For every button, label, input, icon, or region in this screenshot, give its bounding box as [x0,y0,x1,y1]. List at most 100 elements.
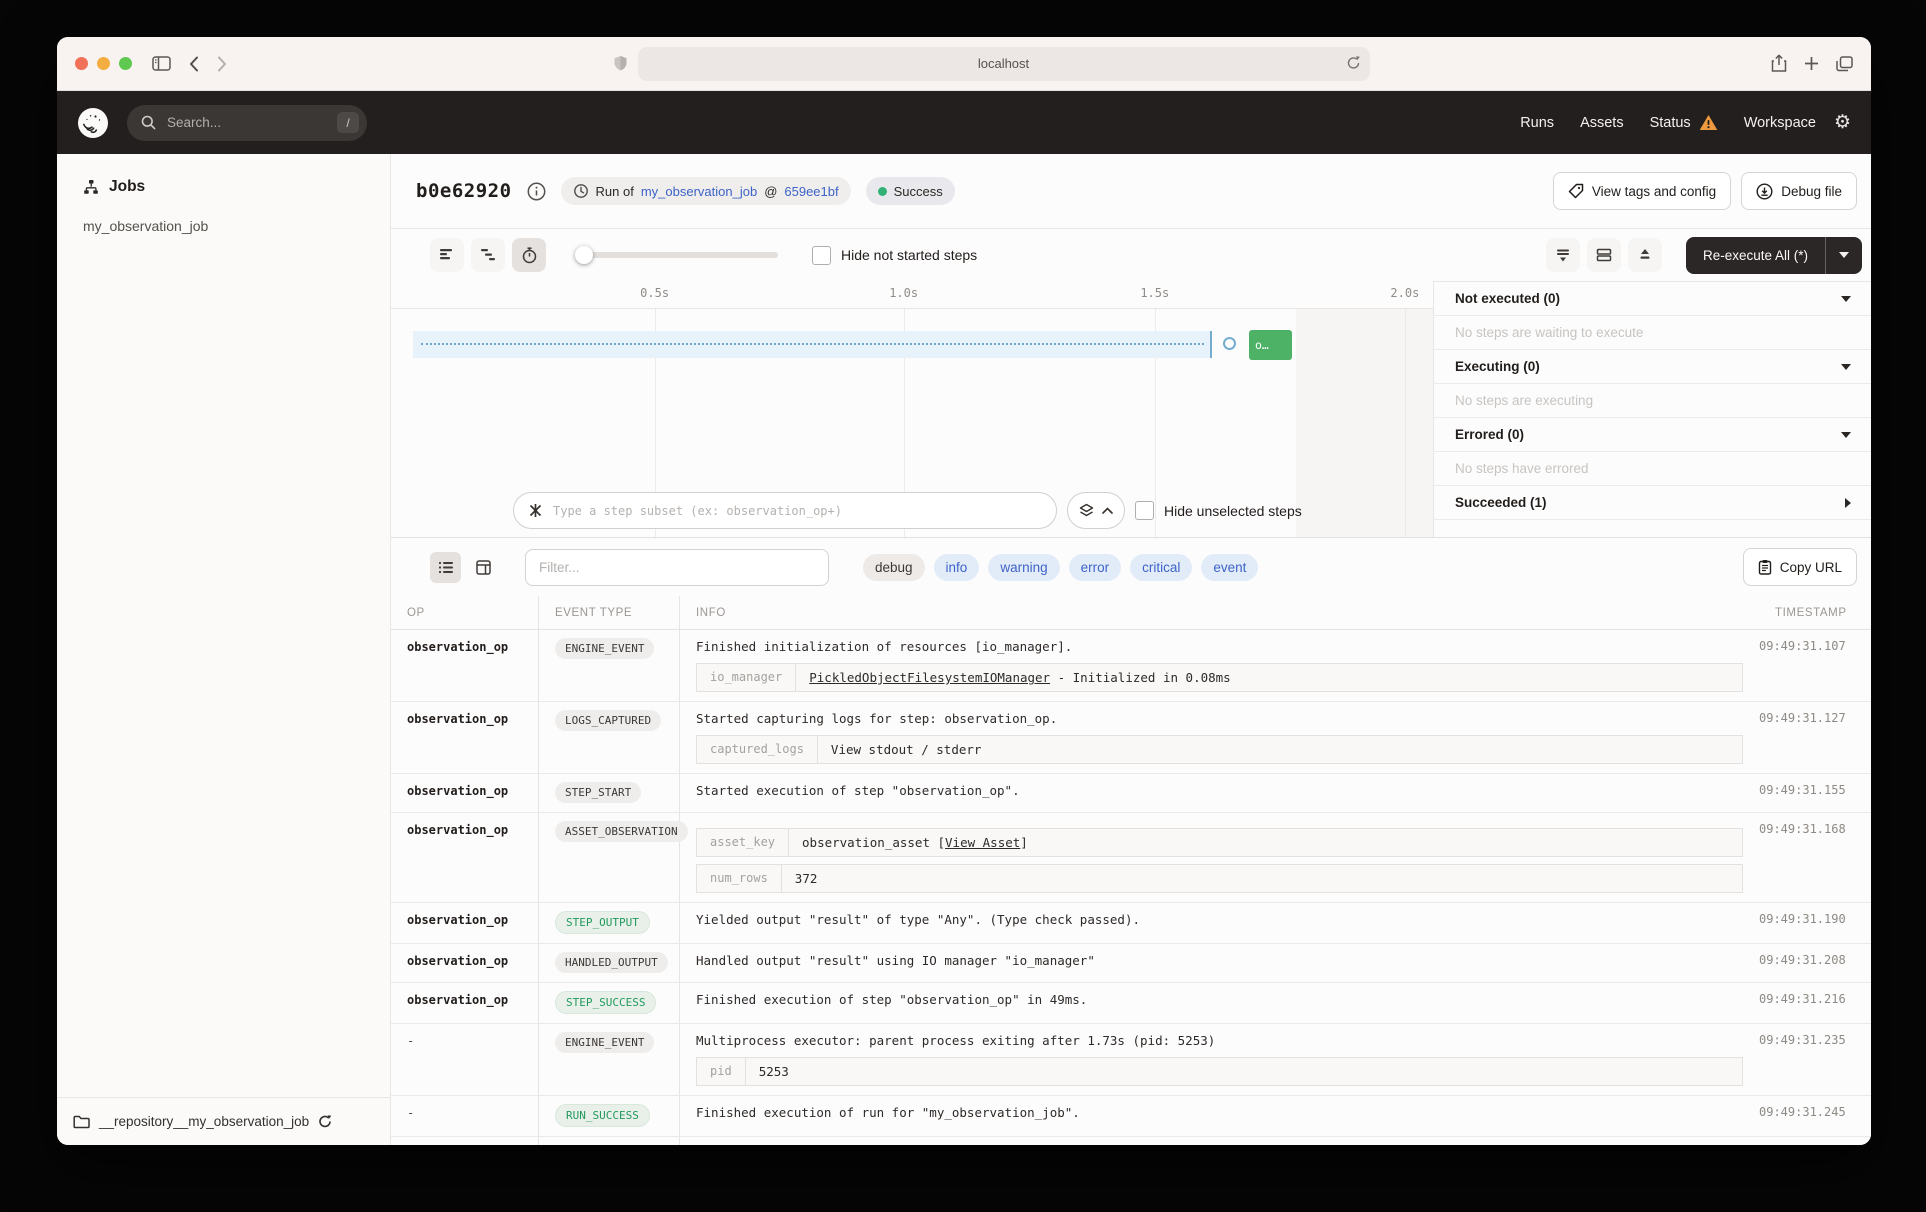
log-row[interactable]: observation_opLOGS_CAPTUREDStarted captu… [391,702,1871,774]
gantt-step-bar[interactable]: o… [1249,330,1292,360]
log-table-header: OP EVENT TYPE INFO TIMESTAMP [391,596,1871,630]
panel-section-header[interactable]: Not executed (0) [1434,282,1871,316]
close-window-button[interactable] [75,57,88,70]
graph-query-toggle[interactable] [1067,492,1125,529]
event-type-badge: STEP_START [555,782,641,803]
reload-icon[interactable] [1346,55,1361,71]
step-subset-row: Hide unselected steps [513,492,1302,529]
global-search[interactable]: / [127,105,367,141]
log-row[interactable]: observation_opASSET_OBSERVATIONasset_key… [391,813,1871,903]
collapse-all-button[interactable] [1546,238,1580,272]
level-filter-warning[interactable]: warning [988,554,1059,581]
timestamp-cell: 09:49:31.245 [1759,1096,1871,1136]
forward-icon[interactable] [217,56,227,72]
sidebar-item-job[interactable]: my_observation_job [57,196,390,234]
nav-label: Assets [1580,115,1624,131]
panel-section-header[interactable]: Errored (0) [1434,418,1871,452]
log-structured-view-button[interactable] [468,552,499,583]
timestamp-cell: 09:49:31.127 [1759,702,1871,773]
commit-link[interactable]: 659ee1bf [784,184,838,199]
nav-item-runs[interactable]: Runs [1520,115,1554,131]
zoom-slider[interactable] [578,252,778,258]
op-name: observation_op [407,913,508,927]
checkbox-box[interactable] [1135,501,1154,520]
info-text: Finished execution of step "observation_… [696,991,1759,1009]
log-row[interactable]: observation_opSTEP_STARTStarted executio… [391,774,1871,813]
nav-label: Status [1650,115,1691,131]
event-type-badge: STEP_SUCCESS [555,991,656,1014]
nav-item-status[interactable]: Status [1650,114,1718,131]
reexecute-menu-button[interactable] [1826,237,1862,274]
level-filter-error[interactable]: error [1069,554,1122,581]
log-level-filters: debug info warning error critical event [863,554,1258,581]
info-text: Finished execution of run for "my_observ… [696,1104,1759,1122]
log-filter-input[interactable] [525,549,829,586]
axis-tick-label: 1.5s [1140,286,1169,300]
copy-url-button[interactable]: Copy URL [1743,548,1857,586]
metadata-value: observation_asset [View Asset] [789,829,1742,856]
hide-unselected-checkbox[interactable]: Hide unselected steps [1135,501,1302,520]
panel-section-header[interactable]: Succeeded (1) [1434,486,1871,520]
log-row[interactable]: -ENGINE_EVENTProcess for run exited (pid… [391,1137,1871,1145]
level-filter-info[interactable]: info [934,554,980,581]
jobs-sidebar: Jobs my_observation_job __repository__my… [57,154,391,1145]
info-icon[interactable] [527,182,546,201]
log-row[interactable]: -ENGINE_EVENTMultiprocess executor: pare… [391,1024,1871,1096]
op-cell: - [391,1137,539,1145]
log-list-view-button[interactable] [430,552,461,583]
reexecute-split-button: Re-execute All (*) [1686,237,1862,274]
collapse-up-button[interactable] [1628,238,1662,272]
log-row[interactable]: observation_opENGINE_EVENTFinished initi… [391,630,1871,702]
flat-view-button[interactable] [430,238,464,272]
metadata-link[interactable]: PickledObjectFilesystemIOManager [809,670,1050,685]
share-icon[interactable] [1771,54,1787,73]
run-of-pill: Run of my_observation_job @ 659ee1bf [561,177,851,205]
timed-view-button[interactable] [512,238,546,272]
dagster-logo[interactable] [77,107,109,139]
settings-gear-icon[interactable]: ⚙ [1834,113,1851,132]
event-type-badge: STEP_OUTPUT [555,911,650,934]
tab-overview-icon[interactable] [1836,56,1853,72]
job-link[interactable]: my_observation_job [641,184,757,199]
view-tags-config-button[interactable]: View tags and config [1553,172,1731,210]
address-bar[interactable]: localhost [638,47,1370,81]
tag-icon [1568,183,1584,199]
toggle-sidebar-icon[interactable] [152,56,171,71]
new-tab-icon[interactable] [1804,56,1819,71]
level-filter-debug[interactable]: debug [863,554,925,581]
log-row[interactable]: observation_opSTEP_SUCCESSFinished execu… [391,983,1871,1024]
nav-item-assets[interactable]: Assets [1580,115,1624,131]
log-row[interactable]: observation_opSTEP_OUTPUTYielded output … [391,903,1871,944]
hide-not-started-checkbox[interactable]: Hide not started steps [812,246,977,265]
event-type-cell: ENGINE_EVENT [539,1024,680,1095]
reexecute-all-button[interactable]: Re-execute All (*) [1686,237,1826,274]
debug-file-button[interactable]: Debug file [1741,172,1857,210]
zoom-window-button[interactable] [119,57,132,70]
privacy-shield-icon[interactable] [613,55,628,72]
waterfall-view-button[interactable] [471,238,505,272]
panel-section-header[interactable]: Executing (0) [1434,350,1871,384]
checkbox-box[interactable] [812,246,831,265]
step-subset-field[interactable] [513,492,1057,529]
info-cell: Finished initialization of resources [io… [680,630,1759,701]
level-filter-event[interactable]: event [1201,554,1258,581]
level-filter-critical[interactable]: critical [1130,554,1192,581]
expand-rows-button[interactable] [1587,238,1621,272]
step-subset-input[interactable] [551,503,1042,519]
gantt-pending-marker [1223,337,1236,350]
event-type-cell: ENGINE_EVENT [539,630,680,701]
log-row[interactable]: observation_opHANDLED_OUTPUTHandled outp… [391,944,1871,983]
minimize-window-button[interactable] [97,57,110,70]
zoom-slider-thumb[interactable] [575,246,593,264]
caret-up-icon [1102,507,1113,514]
back-icon[interactable] [189,56,199,72]
search-input[interactable] [165,114,289,131]
reload-repository-icon[interactable] [318,1114,332,1129]
event-type-cell: STEP_OUTPUT [539,903,680,943]
metadata-value: View stdout / stderr [818,736,1742,763]
repository-footer[interactable]: __repository__my_observation_job [57,1097,390,1145]
metadata-link[interactable]: View Asset [945,835,1020,850]
metadata-text: View stdout / stderr [831,742,982,757]
log-row[interactable]: -RUN_SUCCESSFinished execution of run fo… [391,1096,1871,1137]
nav-item-workspace[interactable]: Workspace [1744,115,1816,131]
